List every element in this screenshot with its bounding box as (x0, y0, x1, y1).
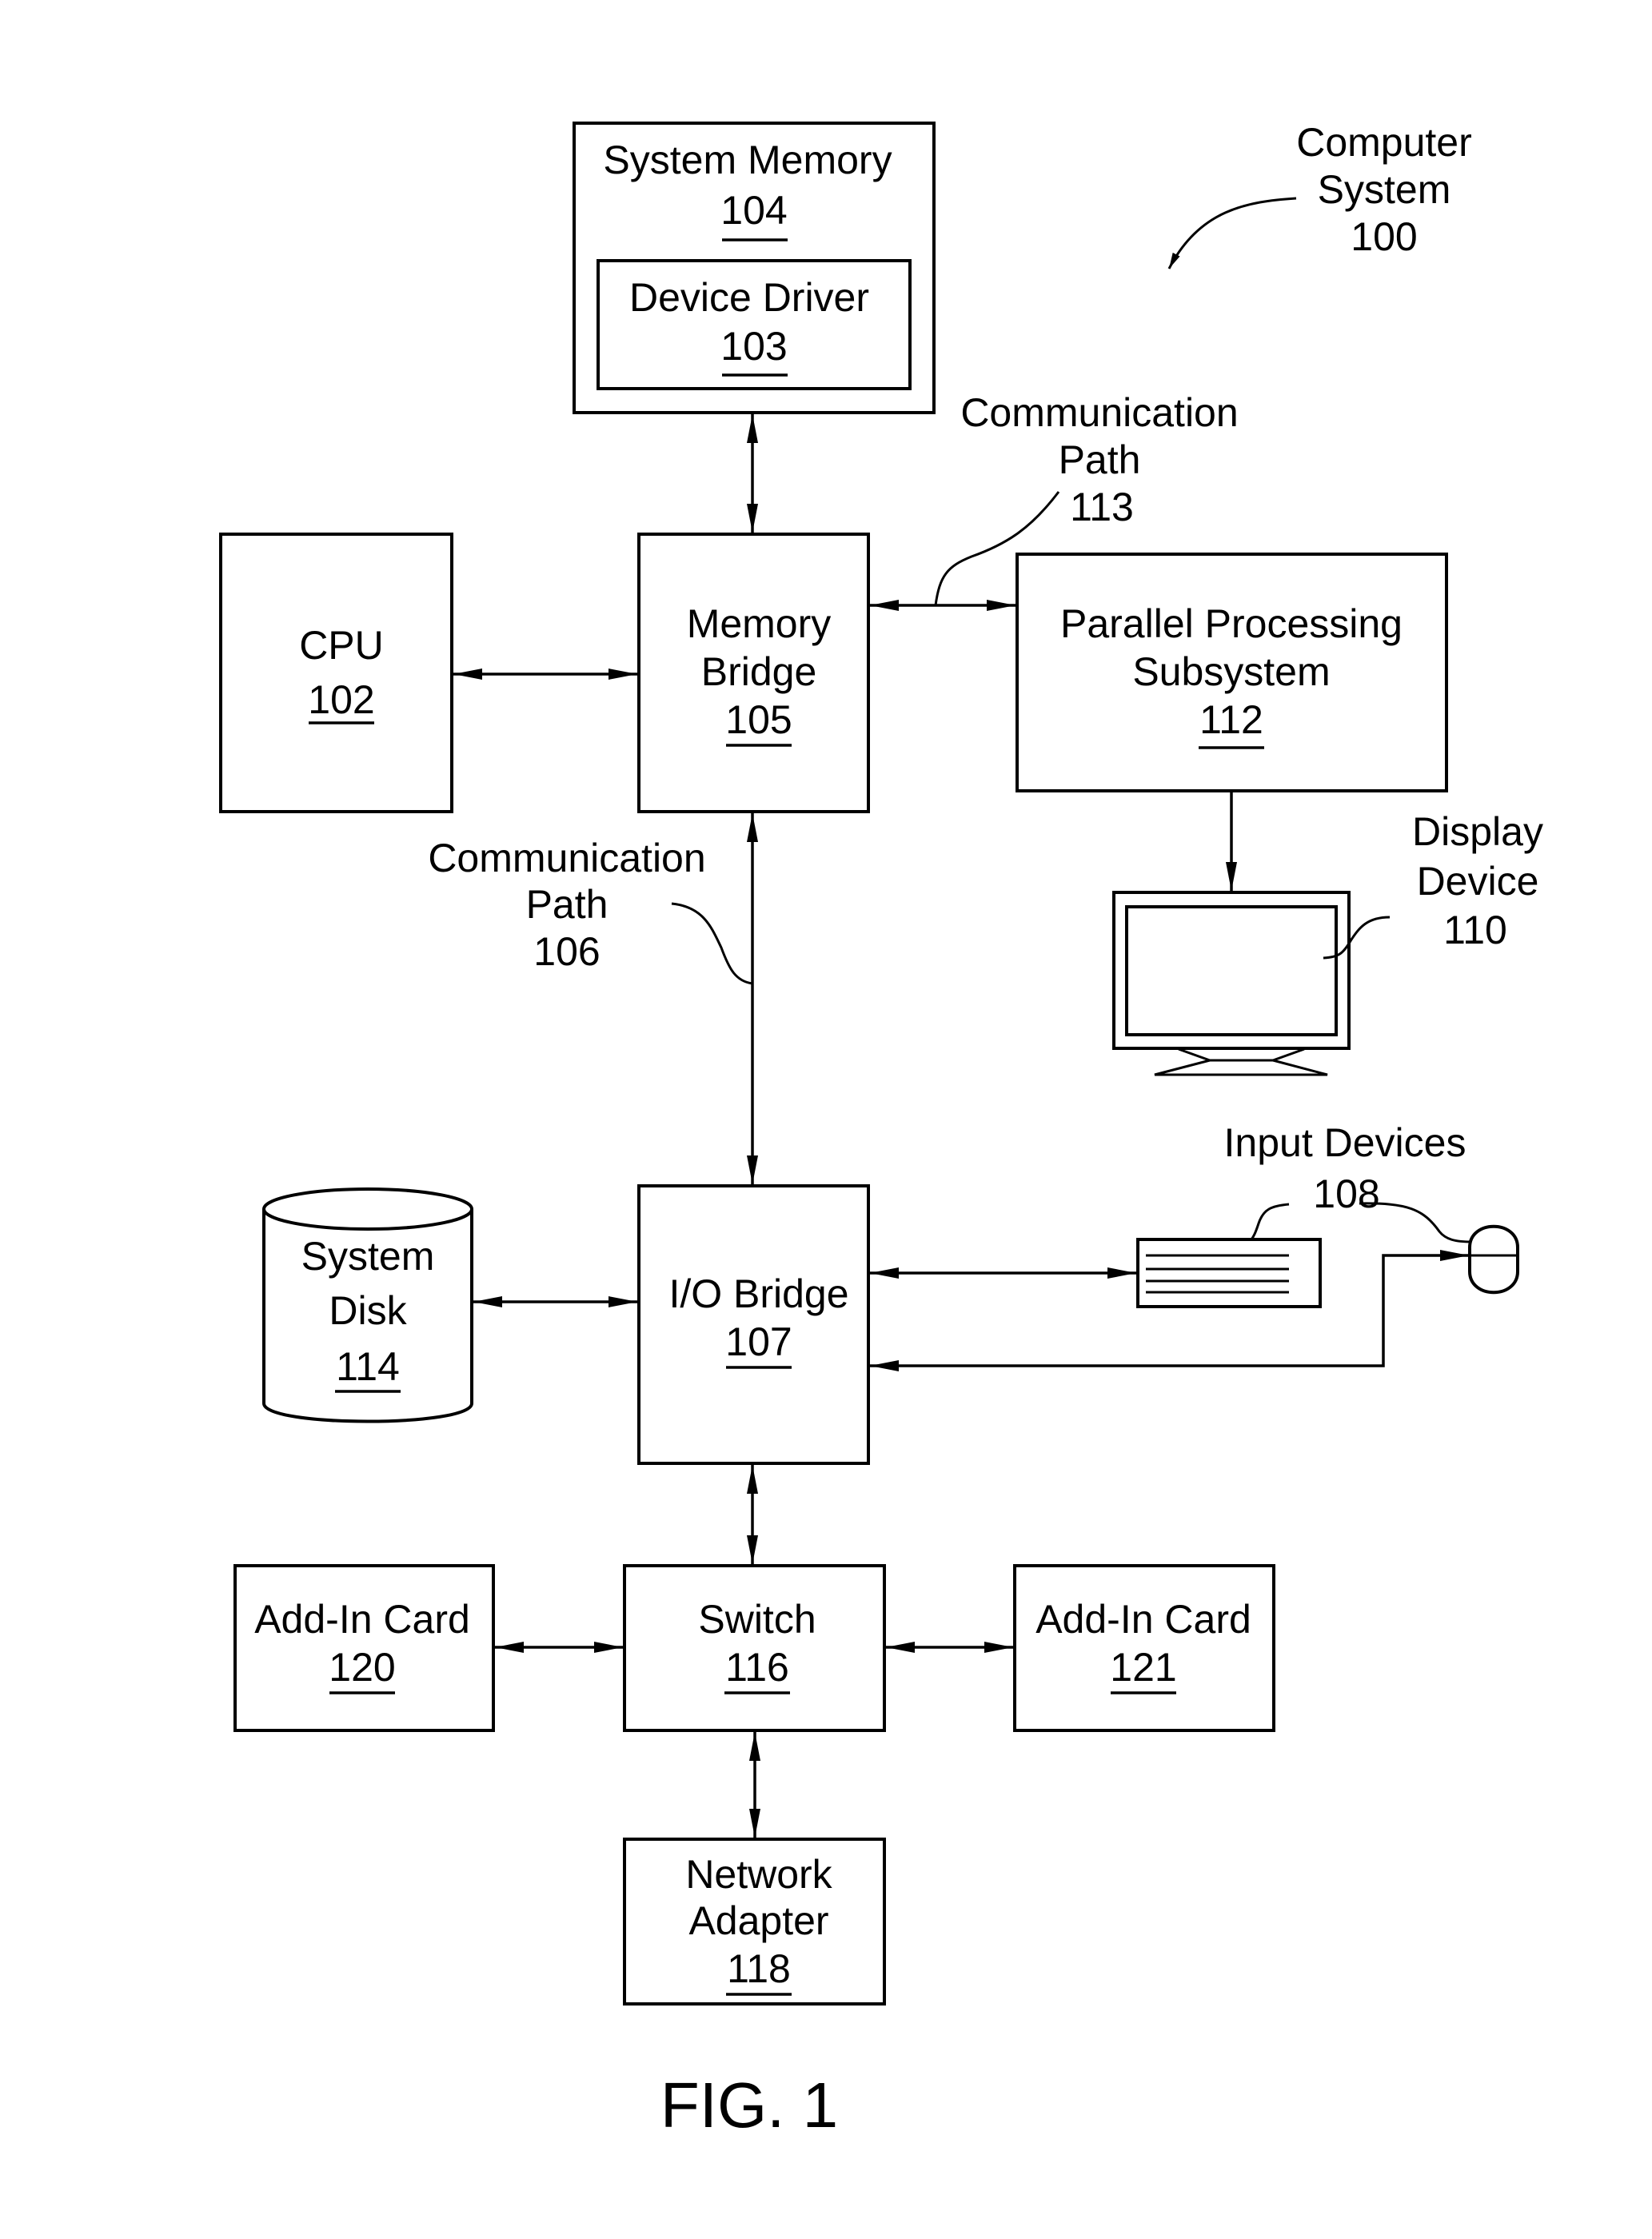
computer-system-pointer (1167, 197, 1297, 269)
memory-bridge-label-line1: Memory (687, 601, 832, 646)
comm-path-106-leader (671, 902, 753, 985)
io-bridge-ref: 107 (725, 1319, 792, 1364)
network-adapter-label-line1: Network (685, 1852, 832, 1897)
cpu-label: CPU (299, 623, 384, 668)
system-memory-ref: 104 (720, 188, 787, 233)
io-bridge-label: I/O Bridge (668, 1271, 848, 1316)
system-disk-label-line2: Disk (329, 1288, 407, 1333)
io-bridge-block: I/O Bridge 107 (637, 1184, 870, 1465)
switch-label: Switch (698, 1597, 816, 1642)
display-device-monitor-icon (1112, 891, 1351, 1076)
device-driver-ref: 103 (720, 324, 787, 369)
add-in-card-121-ref: 121 (1110, 1645, 1176, 1690)
computer-system-label-ref: 100 (1351, 214, 1417, 259)
parallel-processing-subsystem-block: Parallel Processing Subsystem 112 (1016, 553, 1448, 792)
switch-block: Switch 116 (623, 1564, 886, 1732)
comm-path-113-ref: 113 (1070, 485, 1134, 529)
comm-path-106-line1: Communication (428, 836, 705, 880)
memory-bridge-block: Memory Bridge 105 (637, 533, 870, 813)
cpu-block: CPU 102 (219, 533, 453, 813)
add-in-card-120-block: Add-In Card 120 (233, 1564, 495, 1732)
mouse-icon (1468, 1224, 1519, 1295)
system-memory-label: System Memory (603, 138, 892, 182)
system-disk-cylinder: System Disk 114 (262, 1187, 473, 1423)
display-device-ref: 110 (1443, 908, 1507, 952)
comm-path-113-line2: Path (1059, 437, 1141, 482)
monitor-stand (1154, 1048, 1328, 1076)
input-devices-callout: Input Devices 108 (1224, 1120, 1472, 1243)
add-in-card-120-label: Add-In Card (254, 1597, 470, 1642)
pps-label-line2: Subsystem (1132, 649, 1330, 694)
computer-system-callout: Computer System 100 (1167, 120, 1472, 269)
comm-path-113-line1: Communication (960, 390, 1238, 435)
add-in-card-121-label: Add-In Card (1035, 1597, 1251, 1642)
memory-bridge-label-line2: Bridge (701, 649, 817, 694)
display-device-label-line1: Display (1412, 809, 1543, 854)
memory-bridge-ref: 105 (725, 697, 792, 742)
network-adapter-block: Network Adapter 118 (623, 1838, 886, 2006)
communication-path-106-callout: Communication Path 106 (428, 836, 753, 985)
keyboard-icon (1136, 1238, 1322, 1308)
add-in-card-120-ref: 120 (329, 1645, 395, 1690)
system-disk-ref: 114 (336, 1344, 400, 1389)
input-devices-label: Input Devices (1224, 1120, 1466, 1165)
switch-ref: 116 (725, 1645, 789, 1690)
display-device-callout: Display Device 110 (1323, 809, 1543, 960)
computer-system-label-line2: System (1318, 167, 1451, 212)
system-disk-label-line1: System (301, 1234, 435, 1279)
device-driver-block: Device Driver 103 (597, 259, 912, 390)
block-diagram: System Memory 104 Device Driver 103 Comp… (219, 120, 1543, 2141)
comm-path-106-ref: 106 (533, 929, 600, 974)
input-devices-ref: 108 (1313, 1171, 1379, 1216)
figure-title: FIG. 1 (660, 2069, 838, 2141)
network-adapter-label-line2: Adapter (688, 1898, 828, 1943)
device-driver-label: Device Driver (629, 275, 869, 320)
comm-path-106-line2: Path (526, 882, 609, 927)
pps-label-line1: Parallel Processing (1060, 601, 1403, 646)
network-adapter-ref: 118 (727, 1946, 791, 1991)
input-devices-leader-keyboard (1250, 1203, 1290, 1240)
add-in-card-121-block: Add-In Card 121 (1013, 1564, 1275, 1732)
display-device-label-line2: Device (1417, 859, 1539, 904)
computer-system-label-line1: Computer (1296, 120, 1472, 165)
cpu-ref: 102 (308, 677, 374, 722)
pps-ref: 112 (1199, 697, 1263, 742)
